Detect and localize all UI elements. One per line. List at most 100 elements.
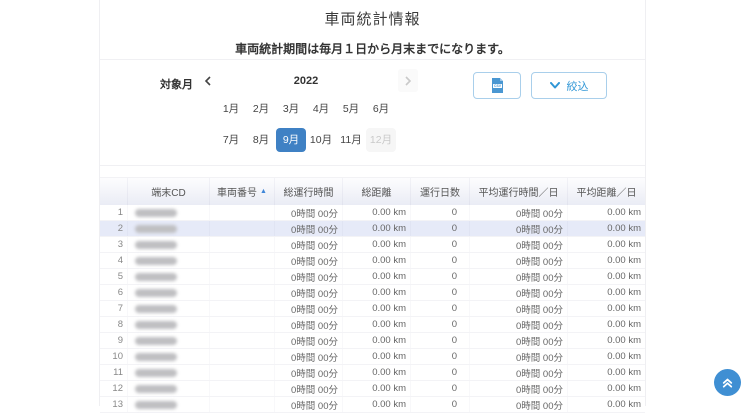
cell-vehicle-no bbox=[210, 381, 275, 396]
next-year-button[interactable] bbox=[398, 69, 418, 92]
table-row[interactable]: 100時間 00分0.00 km00時間 00分0.00 km bbox=[100, 349, 645, 365]
cell-avg-distance-per-day: 0.00 km bbox=[568, 253, 645, 268]
redacted-value bbox=[135, 385, 177, 393]
table-row[interactable]: 70時間 00分0.00 km00時間 00分0.00 km bbox=[100, 301, 645, 317]
month-button-9月[interactable]: 9月 bbox=[276, 128, 306, 152]
redacted-value bbox=[135, 209, 177, 217]
cell-avg-time-per-day: 0時間 00分 bbox=[470, 301, 568, 316]
col-header-avg-distance[interactable]: 平均距離／日 bbox=[568, 178, 645, 205]
cell-row-index: 9 bbox=[100, 333, 128, 348]
cell-vehicle-no bbox=[210, 333, 275, 348]
cell-row-index: 3 bbox=[100, 237, 128, 252]
cell-total-time: 0時間 00分 bbox=[275, 333, 343, 348]
cell-avg-distance-per-day: 0.00 km bbox=[568, 269, 645, 284]
cell-row-index: 8 bbox=[100, 317, 128, 332]
month-button-5月[interactable]: 5月 bbox=[336, 97, 366, 121]
year-label: 2022 bbox=[216, 75, 396, 87]
cell-total-time: 0時間 00分 bbox=[275, 221, 343, 236]
table-row[interactable]: 110時間 00分0.00 km00時間 00分0.00 km bbox=[100, 365, 645, 381]
table-row[interactable]: 50時間 00分0.00 km00時間 00分0.00 km bbox=[100, 269, 645, 285]
redacted-value bbox=[135, 225, 177, 233]
table-row[interactable]: 90時間 00分0.00 km00時間 00分0.00 km bbox=[100, 333, 645, 349]
table-row[interactable]: 130時間 00分0.00 km00時間 00分0.00 km bbox=[100, 397, 645, 413]
table-body: 10時間 00分0.00 km00時間 00分0.00 km20時間 00分0.… bbox=[100, 205, 645, 413]
cell-operation-days: 0 bbox=[411, 317, 470, 332]
vehicle-stats-table: 端末CD 車両番号 ▲ 総運行時間 総距離 運行日数 平均運行時間／日 平均距離… bbox=[100, 177, 645, 413]
cell-vehicle-no bbox=[210, 237, 275, 252]
cell-total-distance: 0.00 km bbox=[343, 253, 411, 268]
cell-operation-days: 0 bbox=[411, 301, 470, 316]
col-header-total-time[interactable]: 総運行時間 bbox=[275, 178, 343, 205]
table-row[interactable]: 40時間 00分0.00 km00時間 00分0.00 km bbox=[100, 253, 645, 269]
cell-avg-time-per-day: 0時間 00分 bbox=[470, 205, 568, 220]
month-grid: 1月2月3月4月5月6月7月8月9月10月11月12月 bbox=[216, 97, 396, 152]
cell-total-distance: 0.00 km bbox=[343, 397, 411, 412]
cell-terminal-cd bbox=[128, 221, 210, 236]
cell-total-time: 0時間 00分 bbox=[275, 269, 343, 284]
month-button-11月[interactable]: 11月 bbox=[336, 128, 366, 152]
cell-avg-distance-per-day: 0.00 km bbox=[568, 333, 645, 348]
cell-terminal-cd bbox=[128, 269, 210, 284]
cell-total-distance: 0.00 km bbox=[343, 221, 411, 236]
cell-vehicle-no bbox=[210, 301, 275, 316]
cell-total-time: 0時間 00分 bbox=[275, 285, 343, 300]
cell-row-index: 6 bbox=[100, 285, 128, 300]
cell-vehicle-no bbox=[210, 365, 275, 380]
cell-row-index: 11 bbox=[100, 365, 128, 380]
col-header-total-distance[interactable]: 総距離 bbox=[343, 178, 411, 205]
month-button-7月[interactable]: 7月 bbox=[216, 128, 246, 152]
cell-total-distance: 0.00 km bbox=[343, 285, 411, 300]
month-button-4月[interactable]: 4月 bbox=[306, 97, 336, 121]
cell-row-index: 13 bbox=[100, 397, 128, 412]
month-button-8月[interactable]: 8月 bbox=[246, 128, 276, 152]
cell-avg-time-per-day: 0時間 00分 bbox=[470, 397, 568, 412]
cell-total-distance: 0.00 km bbox=[343, 317, 411, 332]
month-button-6月[interactable]: 6月 bbox=[366, 97, 396, 121]
col-header-avg-time[interactable]: 平均運行時間／日 bbox=[470, 178, 568, 205]
month-button-2月[interactable]: 2月 bbox=[246, 97, 276, 121]
cell-operation-days: 0 bbox=[411, 269, 470, 284]
month-button-1月[interactable]: 1月 bbox=[216, 97, 246, 121]
cell-avg-distance-per-day: 0.00 km bbox=[568, 285, 645, 300]
cell-terminal-cd bbox=[128, 397, 210, 412]
cell-total-time: 0時間 00分 bbox=[275, 253, 343, 268]
filter-section: 対象月 2022 1月2月3月4月5月6月7月8月9月10月11月12月 CSV bbox=[100, 60, 645, 166]
cell-avg-time-per-day: 0時間 00分 bbox=[470, 349, 568, 364]
scroll-to-top-button[interactable] bbox=[714, 369, 741, 396]
redacted-value bbox=[135, 273, 177, 281]
cell-avg-distance-per-day: 0.00 km bbox=[568, 317, 645, 332]
redacted-value bbox=[135, 369, 177, 377]
cell-total-time: 0時間 00分 bbox=[275, 317, 343, 332]
table-row[interactable]: 120時間 00分0.00 km00時間 00分0.00 km bbox=[100, 381, 645, 397]
svg-text:CSV: CSV bbox=[494, 84, 502, 88]
cell-vehicle-no bbox=[210, 285, 275, 300]
redacted-value bbox=[135, 353, 177, 361]
table-row[interactable]: 10時間 00分0.00 km00時間 00分0.00 km bbox=[100, 205, 645, 221]
page-subtitle: 車両統計期間は毎月１日から月末までになります。 bbox=[100, 40, 645, 57]
cell-operation-days: 0 bbox=[411, 333, 470, 348]
cell-vehicle-no bbox=[210, 397, 275, 412]
table-row[interactable]: 30時間 00分0.00 km00時間 00分0.00 km bbox=[100, 237, 645, 253]
redacted-value bbox=[135, 305, 177, 313]
prev-year-button[interactable] bbox=[200, 72, 216, 90]
month-button-10月[interactable]: 10月 bbox=[306, 128, 336, 152]
redacted-value bbox=[135, 401, 177, 409]
col-header-vehicle-no[interactable]: 車両番号 ▲ bbox=[210, 178, 275, 205]
table-row[interactable]: 60時間 00分0.00 km00時間 00分0.00 km bbox=[100, 285, 645, 301]
month-button-3月[interactable]: 3月 bbox=[276, 97, 306, 121]
cell-operation-days: 0 bbox=[411, 349, 470, 364]
filter-button[interactable]: 絞込 bbox=[531, 72, 607, 99]
table-row[interactable]: 20時間 00分0.00 km00時間 00分0.00 km bbox=[100, 221, 645, 237]
cell-operation-days: 0 bbox=[411, 365, 470, 380]
cell-terminal-cd bbox=[128, 301, 210, 316]
double-chevron-up-icon bbox=[720, 375, 735, 390]
col-header-terminal-cd[interactable]: 端末CD bbox=[128, 178, 210, 205]
cell-total-distance: 0.00 km bbox=[343, 237, 411, 252]
cell-avg-distance-per-day: 0.00 km bbox=[568, 397, 645, 412]
col-header-operation-days[interactable]: 運行日数 bbox=[411, 178, 470, 205]
table-row[interactable]: 80時間 00分0.00 km00時間 00分0.00 km bbox=[100, 317, 645, 333]
cell-total-time: 0時間 00分 bbox=[275, 205, 343, 220]
cell-avg-time-per-day: 0時間 00分 bbox=[470, 253, 568, 268]
csv-download-button[interactable]: CSV bbox=[473, 72, 521, 99]
cell-avg-time-per-day: 0時間 00分 bbox=[470, 317, 568, 332]
